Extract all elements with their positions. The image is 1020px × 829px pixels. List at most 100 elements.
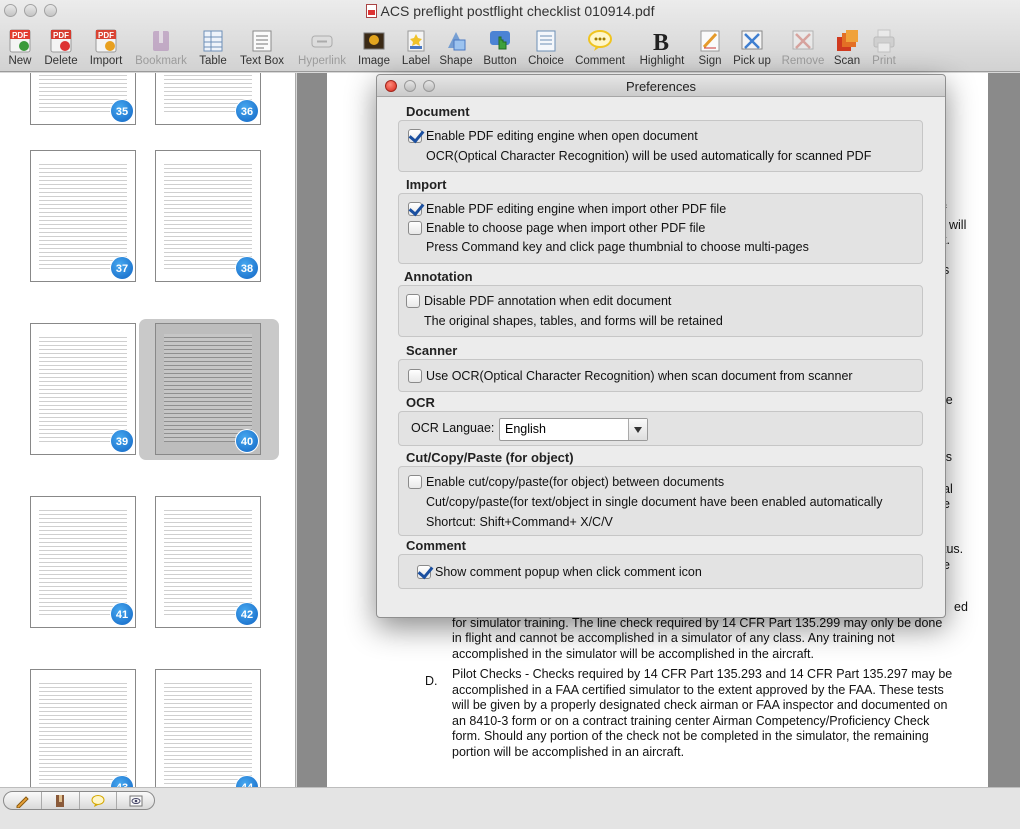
page-number-badge: 36 xyxy=(235,99,259,123)
preferences-dialog: Preferences Document Enable PDF editing … xyxy=(376,74,946,618)
toolbar-button-choice[interactable]: Choice xyxy=(526,28,566,72)
show-comment-popup-checkbox[interactable] xyxy=(417,565,431,579)
ocr-language-label: OCR Languae: xyxy=(411,421,495,435)
thumbnail-text-lines xyxy=(39,680,127,787)
document-text-line: for simulator training. The line check r… xyxy=(452,616,943,630)
enable-editing-import-label: Enable PDF editing engine when import ot… xyxy=(426,202,727,216)
paragraph-d-label: D. xyxy=(425,674,438,688)
toolbar-button-label: Hyperlink xyxy=(298,55,346,67)
toolbar-button-print[interactable]: Print xyxy=(864,28,904,72)
page-thumbnail[interactable] xyxy=(155,669,261,787)
page-thumbnail-sidebar[interactable]: 35363738394041424344 xyxy=(0,73,296,787)
page-number-badge: 40 xyxy=(235,429,259,453)
sign-icon xyxy=(697,28,723,54)
document-text-line: accomplished in a FAA certified simulato… xyxy=(452,682,944,697)
image-icon xyxy=(361,28,387,54)
document-text-line: portion will be accomplished in an aircr… xyxy=(452,745,685,759)
toolbar-button-text-box[interactable]: Text Box xyxy=(240,28,284,72)
remove-icon xyxy=(790,28,816,54)
bottom-bar xyxy=(0,787,1020,829)
enable-editing-open-checkbox[interactable] xyxy=(408,129,422,143)
document-text-fragment: will xyxy=(949,218,967,232)
pick-up-icon xyxy=(739,28,765,54)
use-ocr-scanner-checkbox[interactable] xyxy=(408,369,422,383)
show-comment-popup-label: Show comment popup when click comment ic… xyxy=(435,565,702,579)
document-settings-box xyxy=(398,120,923,172)
toolbar-button-label: Import xyxy=(89,55,123,67)
preferences-title: Preferences xyxy=(625,79,697,94)
enable-editing-open-label: Enable PDF editing engine when open docu… xyxy=(426,129,698,143)
toolbar-button-hyperlink[interactable]: Hyperlink xyxy=(298,28,346,72)
document-text-line: an 8410-3 form or on a contract training… xyxy=(452,713,930,728)
document-text-line: in flight and cannot be accomplished in … xyxy=(452,631,895,645)
section-heading-annotation: Annotation xyxy=(404,269,473,284)
highlight-icon: B xyxy=(649,28,675,56)
document-text-line: ed xyxy=(954,600,968,614)
document-ocr-note: OCR(Optical Character Recognition) will … xyxy=(426,149,872,163)
ocr-language-select[interactable]: English xyxy=(499,418,648,441)
toolbar-button-table[interactable]: Table xyxy=(193,28,233,72)
section-heading-document: Document xyxy=(406,104,470,119)
page-number-badge: 42 xyxy=(235,602,259,626)
pdf-document-icon xyxy=(365,4,377,18)
page-thumbnail[interactable] xyxy=(30,669,136,787)
toolbar-button-label: Table xyxy=(199,55,227,67)
import-multipage-note: Press Command key and click page thumbni… xyxy=(426,240,809,254)
delete-pdf-icon: PDF xyxy=(48,28,74,54)
sidebar-mode-segment[interactable] xyxy=(42,792,80,809)
page-number-badge: 37 xyxy=(110,256,134,280)
section-heading-import: Import xyxy=(406,177,447,192)
cut-copy-paste-shortcut-note: Shortcut: Shift+Command+ X/C/V xyxy=(426,515,613,529)
page-number-badge: 41 xyxy=(110,602,134,626)
sidebar-mode-segment[interactable] xyxy=(117,792,154,809)
document-text-fragment: tus. xyxy=(943,542,964,556)
choose-page-import-checkbox[interactable] xyxy=(408,221,422,235)
disable-annotation-checkbox[interactable] xyxy=(406,294,420,308)
toolbar-button-label: Choice xyxy=(528,55,564,67)
import-pdf-icon: PDF xyxy=(93,28,119,54)
choice-icon xyxy=(533,28,559,54)
ocr-language-value: English xyxy=(505,422,546,436)
toolbar-button-pick-up[interactable]: Pick up xyxy=(732,28,772,72)
svg-text:PDF: PDF xyxy=(53,31,69,40)
comment-icon xyxy=(587,28,613,54)
annotation-retained-note: The original shapes, tables, and forms w… xyxy=(424,314,723,328)
thumbnail-text-lines xyxy=(164,161,252,269)
document-text-line: Pilot Checks - Checks required by 14 CFR… xyxy=(452,667,953,681)
toolbar-button-import[interactable]: PDF Import xyxy=(86,28,126,72)
toolbar-button-button[interactable]: Button xyxy=(480,28,520,72)
preferences-title-bar: Preferences xyxy=(377,75,945,97)
sidebar-mode-segmented-control[interactable] xyxy=(3,791,155,810)
cut-copy-paste-auto-note: Cut/copy/paste(for text/object in single… xyxy=(426,495,883,509)
sidebar-mode-segment[interactable] xyxy=(80,792,118,809)
enable-editing-import-checkbox[interactable] xyxy=(408,202,422,216)
thumbnail-text-lines xyxy=(164,334,252,442)
section-heading-cut-copy-paste: Cut/Copy/Paste (for object) xyxy=(406,450,574,465)
toolbar-button-shape[interactable]: Shape xyxy=(436,28,476,72)
table-icon xyxy=(200,28,226,54)
bookmark-icon xyxy=(148,28,174,54)
page-number-badge: 39 xyxy=(110,429,134,453)
section-heading-ocr: OCR xyxy=(406,395,435,410)
shape-icon xyxy=(443,28,469,54)
disable-annotation-label: Disable PDF annotation when edit documen… xyxy=(424,294,672,308)
enable-cut-copy-paste-checkbox[interactable] xyxy=(408,475,422,489)
print-icon xyxy=(871,28,897,54)
toolbar-button-bookmark[interactable]: Bookmark xyxy=(135,28,187,72)
comment-icon xyxy=(91,794,105,808)
toolbar-button-remove[interactable]: Remove xyxy=(782,28,824,72)
toolbar-button-highlight[interactable]: B Highlight xyxy=(640,28,685,72)
chevron-down-icon[interactable] xyxy=(628,419,647,440)
thumbnail-text-lines xyxy=(39,334,127,442)
sidebar-mode-segment[interactable] xyxy=(4,792,42,809)
page-number-badge: 38 xyxy=(235,256,259,280)
use-ocr-scanner-label: Use OCR(Optical Character Recognition) w… xyxy=(426,369,853,383)
toolbar-button-delete[interactable]: PDF Delete xyxy=(41,28,81,72)
text-box-icon xyxy=(249,28,275,54)
thumbnail-text-lines xyxy=(39,161,127,269)
window-title: ACS preflight postflight checklist 01091… xyxy=(0,3,1020,19)
toolbar-button-label: Print xyxy=(872,55,896,67)
thumbnail-text-lines xyxy=(39,507,127,615)
annotation-settings-box xyxy=(398,285,923,337)
toolbar-button-comment[interactable]: Comment xyxy=(575,28,625,72)
